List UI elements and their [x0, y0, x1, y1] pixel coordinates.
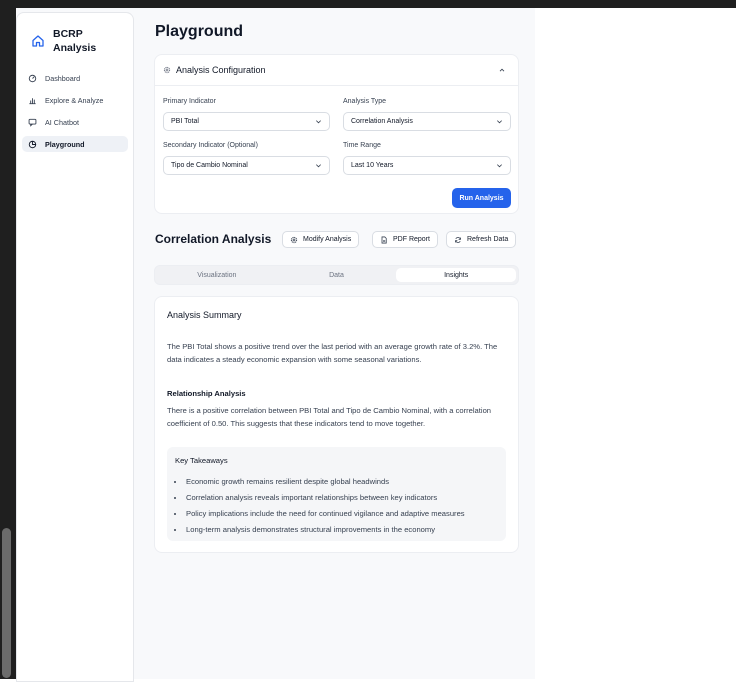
secondary-indicator-select[interactable]: Tipo de Cambio Nominal [163, 156, 330, 175]
sidebar-nav: Dashboard Explore & Analyze AI Chatbot P… [22, 70, 128, 158]
config-header[interactable]: Analysis Configuration [155, 55, 518, 86]
sidebar: BCRP Analysis Dashboard Explore & Analyz… [16, 12, 134, 682]
key-takeaways-list: Economic growth remains resilient despit… [185, 474, 465, 538]
summary-text: The PBI Total shows a positive trend ove… [167, 342, 498, 364]
chevron-down-icon [316, 164, 321, 168]
key-takeaways-heading: Key Takeaways [175, 456, 228, 465]
primary-indicator-label: Primary Indicator [163, 98, 216, 105]
dashboard-icon [28, 74, 37, 82]
brand-title-line1: BCRP [53, 28, 83, 40]
sidebar-item-dashboard[interactable]: Dashboard [22, 70, 128, 86]
tab-insights[interactable]: Insights [396, 268, 517, 282]
chevron-down-icon [497, 120, 502, 124]
sidebar-item-explore[interactable]: Explore & Analyze [22, 92, 128, 108]
modify-analysis-label: Modify Analysis [303, 236, 352, 243]
browser-top-bar [0, 0, 736, 8]
relationship-text: There is a positive correlation between … [167, 406, 492, 428]
scrollbar-track[interactable] [0, 8, 16, 679]
pdf-report-label: PDF Report [393, 236, 430, 243]
list-item: Correlation analysis reveals important r… [185, 490, 465, 506]
refresh-data-label: Refresh Data [467, 236, 509, 243]
app-window: BCRP Analysis Dashboard Explore & Analyz… [16, 8, 535, 682]
modify-analysis-button[interactable]: Modify Analysis [282, 231, 360, 248]
summary-heading: Analysis Summary [167, 310, 242, 320]
page-title: Playground [155, 23, 244, 40]
time-range-label: Time Range [343, 142, 381, 149]
results-title: Correlation Analysis [155, 232, 272, 246]
analysis-type-value: Correlation Analysis [351, 118, 413, 125]
primary-indicator-value: PBI Total [171, 118, 199, 125]
sidebar-item-label: AI Chatbot [45, 117, 79, 127]
tab-visualization[interactable]: Visualization [157, 268, 277, 282]
analysis-type-label: Analysis Type [343, 98, 387, 105]
sidebar-item-chatbot[interactable]: AI Chatbot [22, 114, 128, 130]
list-item: Long-term analysis demonstrates structur… [185, 522, 465, 538]
sidebar-item-label: Explore & Analyze [45, 95, 104, 105]
home-icon [32, 35, 44, 47]
secondary-indicator-label: Secondary Indicator (Optional) [163, 142, 258, 149]
sidebar-item-playground[interactable]: Playground [22, 136, 128, 152]
analysis-configuration-panel: Analysis Configuration Primary Indicator… [154, 54, 519, 214]
list-item: Policy implications include the need for… [185, 506, 465, 522]
analysis-type-select[interactable]: Correlation Analysis [343, 112, 511, 131]
sidebar-item-label: Playground [45, 139, 85, 149]
bar-chart-icon [29, 97, 36, 104]
list-item: Economic growth remains resilient despit… [185, 474, 465, 490]
brand[interactable]: BCRP Analysis [31, 27, 96, 55]
chat-icon [28, 118, 37, 127]
key-takeaways-box: Key Takeaways Economic growth remains re… [167, 447, 506, 541]
refresh-data-button[interactable]: Refresh Data [446, 231, 517, 248]
chevron-down-icon [316, 120, 321, 124]
chevron-down-icon [497, 164, 502, 168]
config-title: Analysis Configuration [176, 65, 266, 75]
relationship-heading: Relationship Analysis [167, 389, 246, 398]
tab-data[interactable]: Data [277, 268, 397, 282]
primary-indicator-select[interactable]: PBI Total [163, 112, 330, 131]
gear-icon [163, 66, 171, 74]
refresh-icon [455, 236, 461, 243]
time-range-value: Last 10 Years [351, 162, 394, 169]
file-icon [381, 236, 387, 243]
brand-title-line2: Analysis [53, 42, 97, 54]
empty-area [535, 8, 736, 679]
results-tabs: Visualization Data Insights [154, 265, 519, 285]
playground-icon [28, 140, 37, 148]
secondary-indicator-value: Tipo de Cambio Nominal [171, 162, 248, 169]
run-analysis-button[interactable]: Run Analysis [452, 188, 511, 208]
insights-panel: Analysis Summary The PBI Total shows a p… [154, 296, 519, 553]
time-range-select[interactable]: Last 10 Years [343, 156, 511, 175]
sidebar-item-label: Dashboard [45, 73, 81, 83]
gear-icon [290, 236, 298, 243]
chevron-up-icon[interactable] [498, 66, 506, 74]
scrollbar-thumb[interactable] [2, 528, 11, 678]
pdf-report-button[interactable]: PDF Report [372, 231, 438, 248]
